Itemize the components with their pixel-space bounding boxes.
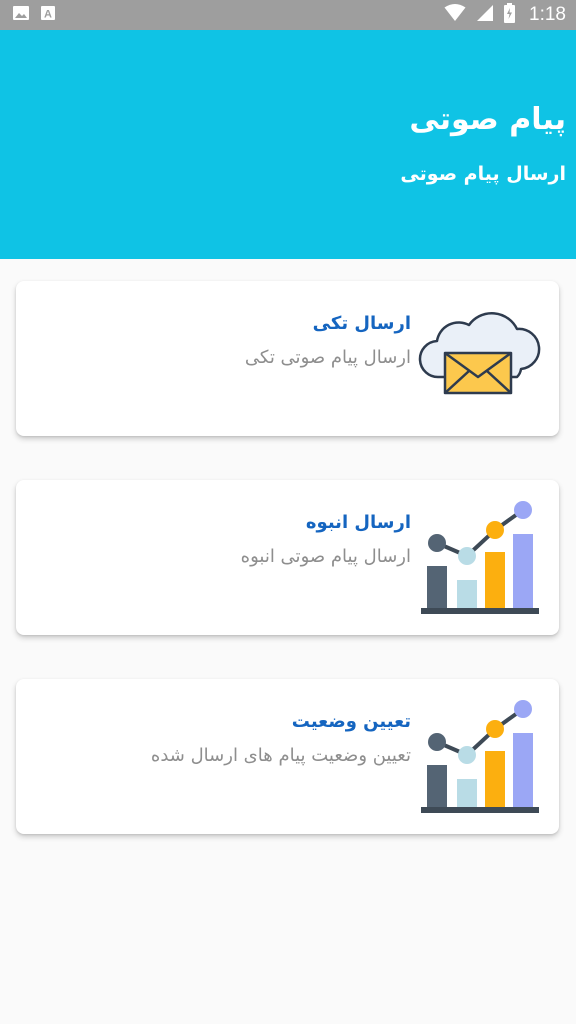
page-subtitle: ارسال پیام صوتی — [400, 163, 566, 185]
card-subtitle: ارسال پیام صوتی تکی — [244, 347, 411, 368]
svg-text:A: A — [44, 9, 52, 21]
app-header: پیام صوتی ارسال پیام صوتی — [0, 30, 576, 259]
battery-icon — [504, 3, 516, 27]
status-time: 1:18 — [529, 4, 566, 25]
card-title: ارسال انبوه — [305, 512, 411, 533]
signal-icon — [476, 4, 494, 26]
status-bar: A 1:18 — [0, 0, 576, 30]
cloud-envelope-icon — [417, 299, 541, 421]
bulk-send-card[interactable]: ارسال انبوه ارسال پیام صوتی انبوه — [16, 480, 559, 635]
image-icon — [12, 5, 30, 25]
card-subtitle: تعیین وضعیت پیام های ارسال شده — [150, 745, 411, 766]
menu-list: ارسال تکی ارسال پیام صوتی تکی ارسال انبو… — [0, 259, 576, 855]
bar-chart-icon — [417, 697, 541, 819]
status-check-card[interactable]: تعیین وضعیت تعیین وضعیت پیام های ارسال ش… — [16, 679, 559, 834]
page-title: پیام صوتی — [409, 102, 566, 137]
card-subtitle: ارسال پیام صوتی انبوه — [240, 546, 411, 567]
bar-chart-icon — [417, 498, 541, 620]
card-title: تعیین وضعیت — [291, 711, 411, 732]
wifi-icon — [444, 4, 466, 26]
text-a-icon: A — [40, 5, 56, 25]
card-title: ارسال تکی — [312, 313, 411, 334]
single-send-card[interactable]: ارسال تکی ارسال پیام صوتی تکی — [16, 281, 559, 436]
